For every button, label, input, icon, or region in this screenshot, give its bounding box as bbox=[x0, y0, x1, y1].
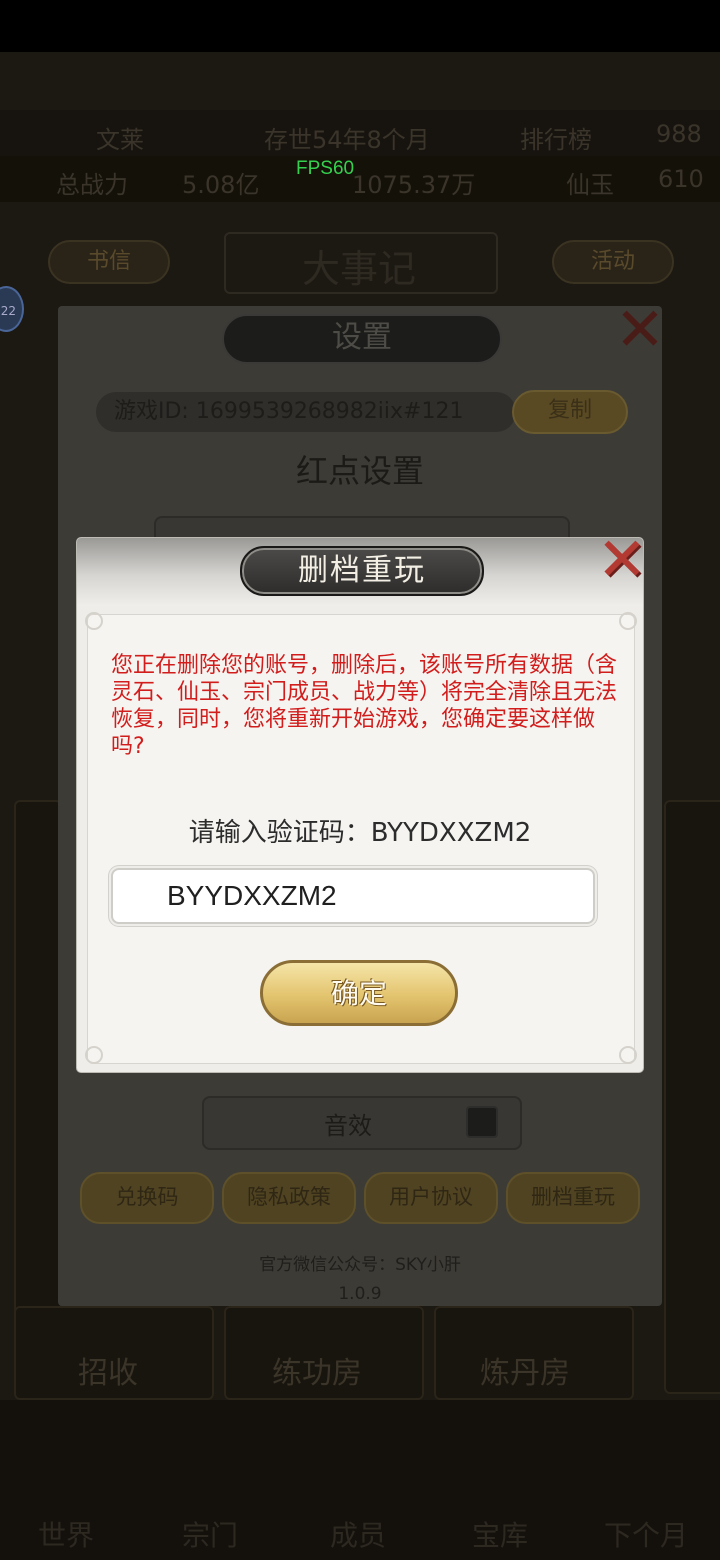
nav-world[interactable]: 世界 bbox=[38, 1514, 94, 1554]
sound-label: 音效 bbox=[324, 1112, 372, 1140]
corner-ornament bbox=[619, 612, 637, 630]
nav-members[interactable]: 成员 bbox=[330, 1514, 386, 1554]
captcha-label: 请输入验证码：BYYDXXZM2 bbox=[188, 818, 532, 848]
right-side-tile bbox=[664, 800, 720, 1394]
version-label: 1.0.9 bbox=[338, 1284, 382, 1304]
corner-ornament bbox=[85, 612, 103, 630]
tile-training-label: 练功房 bbox=[272, 1356, 362, 1391]
tile-alchemy-label: 炼丹房 bbox=[480, 1356, 570, 1391]
settings-title: 设置 bbox=[222, 314, 502, 364]
player-name: 文莱 bbox=[96, 126, 144, 154]
dialog-title: 删档重玩 bbox=[240, 546, 484, 596]
left-side-tile bbox=[14, 800, 62, 1394]
jade-value: 610 bbox=[658, 165, 704, 193]
delete-replay-button[interactable]: 删档重玩 bbox=[506, 1172, 640, 1224]
delete-dialog: 删档重玩 ✕ 您正在删除您的账号，删除后，该账号所有数据（含灵石、仙玉、宗门成员… bbox=[77, 530, 647, 1072]
settings-close-icon[interactable]: ✕ bbox=[610, 300, 670, 360]
game-id: 游戏ID: 1699539268982iix#121 bbox=[96, 392, 516, 432]
copy-button[interactable]: 复制 bbox=[512, 390, 628, 434]
redeem-code-button[interactable]: 兑换码 bbox=[80, 1172, 214, 1224]
jade-label: 仙玉 bbox=[566, 171, 614, 199]
top-right-value: 988 bbox=[656, 120, 702, 148]
letters-button[interactable]: 书信 bbox=[48, 240, 170, 284]
survival-time: 存世54年8个月 bbox=[264, 126, 430, 154]
tile-recruit-label: 招收 bbox=[78, 1356, 138, 1391]
events-title: 大事记 bbox=[302, 247, 417, 291]
privacy-policy-button[interactable]: 隐私政策 bbox=[222, 1172, 356, 1224]
corner-ornament bbox=[619, 1046, 637, 1064]
captcha-input[interactable] bbox=[111, 868, 595, 924]
wechat-account: 官方微信公众号：SKY小肝 bbox=[259, 1255, 461, 1275]
spirit-stone-value: 1075.37万 bbox=[352, 171, 476, 199]
avatar-badge-count: 22 bbox=[0, 304, 16, 318]
corner-ornament bbox=[85, 1046, 103, 1064]
ranking-button[interactable]: 排行榜 bbox=[520, 120, 592, 155]
confirm-button[interactable]: 确定 bbox=[260, 960, 458, 1026]
activity-button[interactable]: 活动 bbox=[552, 240, 674, 284]
user-agreement-button[interactable]: 用户协议 bbox=[364, 1172, 498, 1224]
fps-counter: FPS60 bbox=[296, 158, 355, 179]
sound-checkbox[interactable] bbox=[466, 1106, 498, 1138]
delete-warning-text: 您正在删除您的账号，删除后，该账号所有数据（含灵石、仙玉、宗门成员、战力等）将完… bbox=[111, 653, 618, 759]
nav-next-month[interactable]: 下个月 bbox=[604, 1514, 688, 1554]
nav-sect[interactable]: 宗门 bbox=[182, 1514, 238, 1554]
nav-treasury[interactable]: 宝库 bbox=[472, 1514, 528, 1554]
dialog-close-icon[interactable]: ✕ bbox=[592, 530, 652, 590]
power-value: 5.08亿 bbox=[182, 171, 260, 199]
status-bar bbox=[0, 0, 720, 52]
red-dot-heading: 红点设置 bbox=[295, 452, 424, 490]
power-label: 总战力 bbox=[56, 171, 128, 199]
